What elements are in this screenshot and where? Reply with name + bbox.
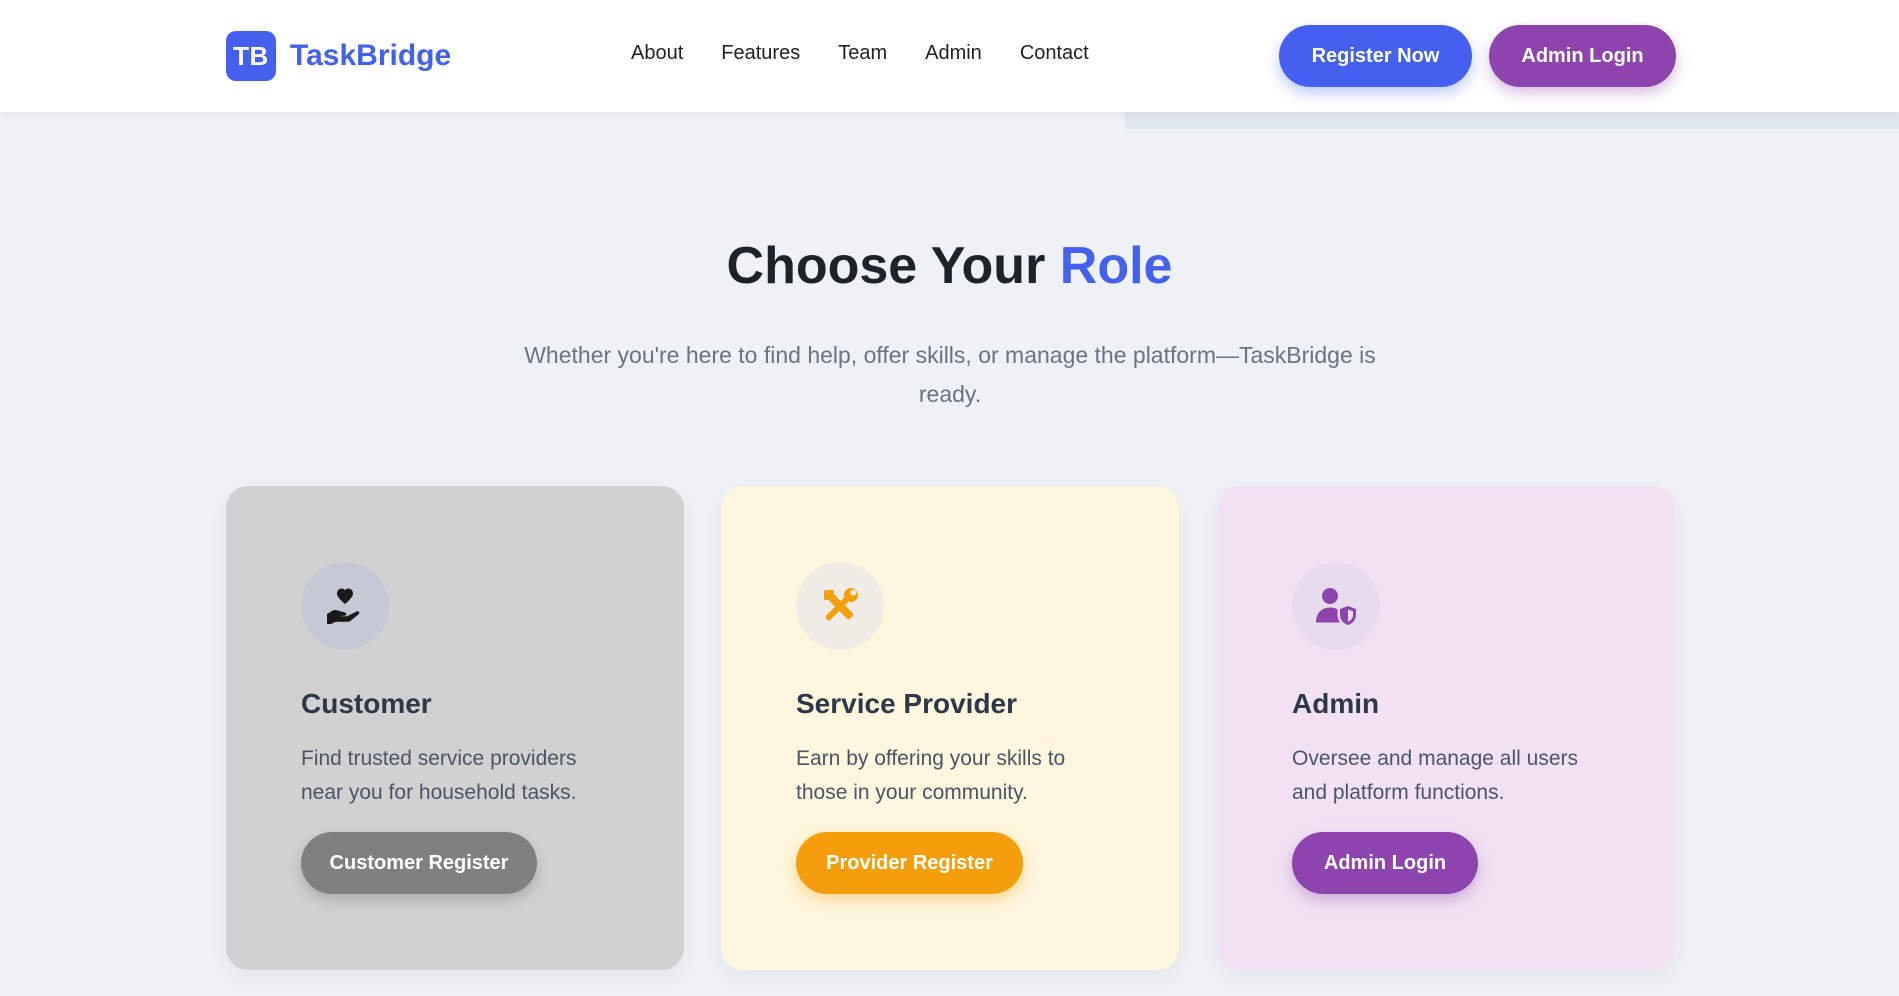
nav-link-about[interactable]: About bbox=[631, 42, 683, 65]
page: TB TaskBridge About Features Team Admin … bbox=[0, 0, 1899, 996]
tools-svg bbox=[824, 588, 858, 621]
role-card-provider: Service Provider Earn by offering your s… bbox=[721, 486, 1179, 970]
role-card-customer: Customer Find trusted service providers … bbox=[226, 486, 684, 970]
brand-name[interactable]: TaskBridge bbox=[290, 39, 451, 73]
card-description: Earn by offering your skills to those in… bbox=[796, 747, 1066, 804]
admin-login-button[interactable]: Admin Login bbox=[1489, 25, 1676, 87]
nav-link-features[interactable]: Features bbox=[721, 42, 800, 65]
user-shield-svg bbox=[1316, 588, 1356, 625]
hand-holding-heart-icon bbox=[301, 562, 389, 650]
nav-link-admin[interactable]: Admin bbox=[925, 42, 982, 65]
header-band bbox=[1125, 112, 1899, 129]
register-now-button[interactable]: Register Now bbox=[1279, 25, 1472, 87]
main-nav: About Features Team Admin Contact bbox=[631, 42, 1089, 65]
hand-holding-heart-svg bbox=[327, 588, 360, 624]
title-accent: Role bbox=[1059, 237, 1173, 295]
user-shield-icon bbox=[1292, 562, 1380, 650]
role-card-admin: Admin Oversee and manage all users and p… bbox=[1217, 486, 1675, 970]
page-title: Choose Your Role bbox=[0, 236, 1899, 296]
card-description: Oversee and manage all users and platfor… bbox=[1292, 747, 1578, 804]
title-prefix: Choose Your bbox=[726, 237, 1046, 295]
card-title: Customer bbox=[301, 688, 432, 719]
card-description: Find trusted service providers near you … bbox=[301, 747, 577, 804]
admin-card-login-button[interactable]: Admin Login bbox=[1292, 832, 1478, 894]
brand-logo[interactable]: TB bbox=[226, 31, 276, 81]
nav-link-contact[interactable]: Contact bbox=[1020, 42, 1089, 65]
tools-icon bbox=[796, 562, 884, 650]
customer-register-button[interactable]: Customer Register bbox=[301, 832, 537, 894]
card-title: Service Provider bbox=[796, 688, 1018, 719]
page-subtitle: Whether you're here to find help, offer … bbox=[524, 342, 1376, 407]
nav-link-team[interactable]: Team bbox=[838, 42, 887, 65]
provider-register-button[interactable]: Provider Register bbox=[796, 832, 1023, 894]
site-header: TB TaskBridge About Features Team Admin … bbox=[0, 0, 1899, 112]
brand[interactable]: TB TaskBridge bbox=[226, 31, 451, 81]
card-title: Admin bbox=[1292, 688, 1380, 719]
